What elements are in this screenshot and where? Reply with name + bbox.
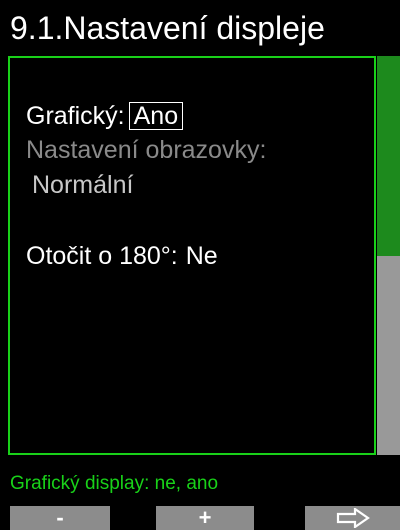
plus-button-label: + (198, 506, 212, 530)
next-button[interactable] (305, 506, 400, 530)
graphic-setting-label: Grafický: (26, 102, 125, 130)
rotate-setting-label: Otočit o 180°: (26, 242, 178, 270)
scrollbar-thumb[interactable] (377, 56, 400, 256)
graphic-setting-value[interactable]: Ano (128, 102, 184, 130)
minus-button-label: - (56, 506, 64, 530)
right-arrow-icon (336, 508, 370, 528)
minus-button[interactable]: - (10, 506, 110, 530)
help-text: Grafický display: ne, ano (10, 473, 219, 494)
softkey-bar: - + (0, 506, 400, 530)
rotate-setting-row[interactable]: Otočit o 180°: Ne (26, 241, 218, 271)
scrollbar[interactable] (377, 56, 400, 455)
screen-setting-value[interactable]: Normální (32, 170, 133, 200)
plus-button[interactable]: + (156, 506, 254, 530)
title-bar: 9.1.Nastavení displeje (0, 0, 400, 56)
help-bar: Grafický display: ne, ano (0, 468, 400, 498)
graphic-setting-row[interactable]: Grafický: Ano (26, 101, 184, 131)
screen-setting-label: Nastavení obrazovky: (26, 136, 267, 164)
rotate-setting-value[interactable]: Ne (186, 242, 218, 270)
page-title: 9.1.Nastavení displeje (10, 10, 325, 46)
